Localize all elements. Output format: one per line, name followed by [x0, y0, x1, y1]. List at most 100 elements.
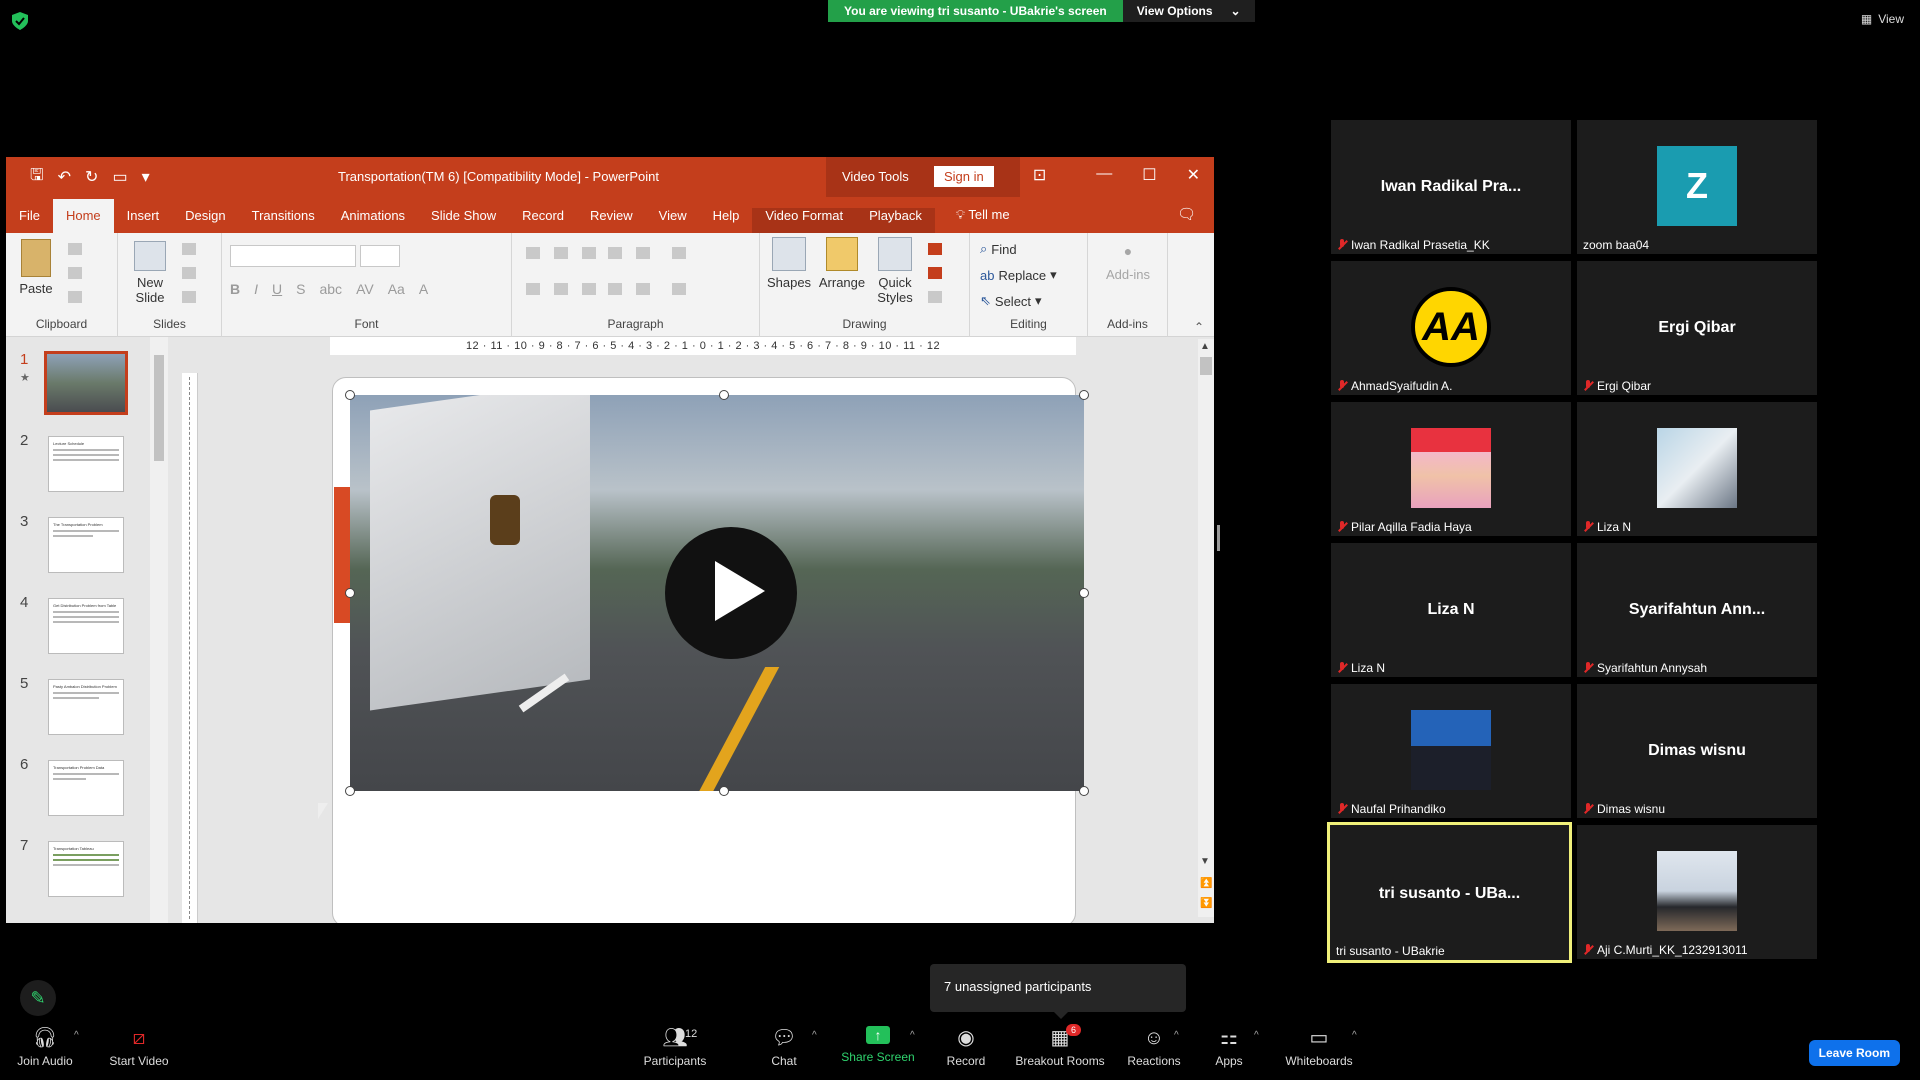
tab-design[interactable]: Design: [172, 208, 238, 233]
chat-button[interactable]: 💬︎ Chat: [762, 1026, 806, 1068]
shape-fill-icon[interactable]: [928, 243, 942, 255]
whiteboards-button[interactable]: ▭ Whiteboards: [1282, 1026, 1356, 1068]
scroll-handle[interactable]: [154, 355, 164, 461]
underline-icon[interactable]: U: [272, 281, 282, 297]
participant-tile[interactable]: Ergi Qibar Ergi Qibar: [1577, 261, 1817, 395]
slide-thumb[interactable]: 5 Pasty Ambalon Distribution Problem: [6, 673, 146, 745]
text-direction-icon[interactable]: [672, 247, 686, 259]
participant-tile[interactable]: Naufal Prihandiko: [1331, 684, 1571, 818]
tab-help[interactable]: Help: [700, 208, 753, 233]
share-options-caret[interactable]: ^: [910, 1030, 915, 1041]
audio-options-caret[interactable]: ^: [74, 1030, 79, 1041]
maximize-icon[interactable]: ☐: [1142, 165, 1156, 185]
shape-effects-icon[interactable]: [928, 291, 942, 303]
apps-button[interactable]: ⚏ Apps: [1210, 1026, 1248, 1068]
minimize-icon[interactable]: —: [1096, 165, 1112, 185]
view-options-button[interactable]: View Options ⌄: [1122, 0, 1255, 22]
share-screen-button[interactable]: ↑ Share Screen: [838, 1026, 918, 1064]
slide-thumb[interactable]: 2 Lecture Schedule: [6, 430, 146, 502]
reactions-options-caret[interactable]: ^: [1174, 1030, 1179, 1041]
paste-button[interactable]: Paste: [16, 239, 56, 296]
cut-icon[interactable]: [68, 243, 82, 255]
resize-handle[interactable]: [1079, 390, 1089, 400]
shape-outline-icon[interactable]: [928, 267, 942, 279]
align-right-icon[interactable]: [582, 283, 596, 295]
replace-button[interactable]: ab Replace ▾: [980, 267, 1057, 283]
participant-tile[interactable]: Liza N: [1577, 402, 1817, 536]
thumbnail-scrollbar[interactable]: [150, 337, 168, 923]
numbering-icon[interactable]: [554, 247, 568, 259]
layout-icon[interactable]: [182, 243, 196, 255]
arrange-button[interactable]: Arrange: [816, 237, 868, 290]
tab-transitions[interactable]: Transitions: [239, 208, 328, 233]
leave-room-button[interactable]: Leave Room: [1808, 1040, 1900, 1066]
participant-tile[interactable]: Iwan Radikal Pra... Iwan Radikal Praseti…: [1331, 120, 1571, 254]
next-slide-icon[interactable]: ⏬: [1200, 898, 1212, 909]
tab-playback[interactable]: Playback: [856, 208, 935, 233]
tab-home[interactable]: Home: [52, 199, 114, 233]
previous-slide-icon[interactable]: ⏫: [1200, 878, 1212, 889]
tab-file[interactable]: File: [6, 208, 53, 233]
participant-tile[interactable]: Z zoom baa04: [1577, 120, 1817, 254]
font-size-select[interactable]: [360, 245, 400, 267]
collapse-ribbon-icon[interactable]: ⌃: [1194, 320, 1204, 334]
reset-icon[interactable]: [182, 267, 196, 279]
slide-thumb[interactable]: 3 The Transportation Problem: [6, 511, 146, 583]
slide-thumb[interactable]: 6 Transportation Problem Data: [6, 754, 146, 826]
bold-icon[interactable]: B: [230, 281, 240, 297]
record-button[interactable]: ◉ Record: [940, 1026, 992, 1068]
select-button[interactable]: ⇖ Select ▾: [980, 293, 1042, 309]
shadow-icon[interactable]: S: [296, 281, 305, 297]
tab-record[interactable]: Record: [509, 208, 577, 233]
scroll-down-icon[interactable]: ▼: [1200, 856, 1210, 867]
find-button[interactable]: ⌕ Find: [980, 241, 1017, 257]
redo-icon[interactable]: ↻: [85, 167, 98, 187]
participants-button[interactable]: 👥︎ 12 Participants: [640, 1026, 710, 1068]
tab-slide-show[interactable]: Slide Show: [418, 208, 509, 233]
format-painter-icon[interactable]: [68, 291, 82, 303]
start-video-button[interactable]: ⧄ Start Video: [104, 1026, 174, 1068]
unassigned-participants-popup[interactable]: 7 unassigned participants: [930, 964, 1186, 1019]
tab-animations[interactable]: Animations: [328, 208, 418, 233]
participant-tile[interactable]: Aji C.Murti_KK_1232913011: [1577, 825, 1817, 959]
sign-in-button[interactable]: Sign in: [934, 166, 994, 187]
line-spacing-icon[interactable]: [636, 247, 650, 259]
panel-resize-handle[interactable]: [1217, 525, 1220, 551]
slide-scrollbar[interactable]: ▲ ▼ ⏫ ⏬: [1198, 339, 1214, 917]
tab-review[interactable]: Review: [577, 208, 646, 233]
annotate-pencil-icon[interactable]: ✎: [20, 980, 56, 1016]
italic-icon[interactable]: I: [254, 281, 258, 297]
active-speaker-tile[interactable]: tri susanto - UBa... tri susanto - UBakr…: [1327, 822, 1572, 963]
comments-icon[interactable]: 🗨︎: [1177, 205, 1196, 223]
apps-options-caret[interactable]: ^: [1254, 1030, 1259, 1041]
resize-handle[interactable]: [345, 390, 355, 400]
smartart-icon[interactable]: [672, 283, 686, 295]
font-name-select[interactable]: [230, 245, 356, 267]
play-icon[interactable]: [665, 527, 797, 659]
save-icon[interactable]: 🖫: [30, 164, 44, 191]
chat-options-caret[interactable]: ^: [812, 1030, 817, 1041]
shapes-button[interactable]: Shapes: [766, 237, 812, 290]
new-slide-button[interactable]: New Slide: [126, 241, 174, 305]
copy-icon[interactable]: [68, 267, 82, 279]
align-center-icon[interactable]: [554, 283, 568, 295]
increase-indent-icon[interactable]: [608, 247, 622, 259]
tell-me-search[interactable]: 💡︎ Tell me: [943, 207, 1023, 233]
security-shield-icon[interactable]: [12, 12, 28, 30]
slide-thumb[interactable]: 7 Transportation Tableau: [6, 835, 146, 907]
participant-tile[interactable]: AA AhmadSyaifudin A.: [1331, 261, 1571, 395]
align-left-icon[interactable]: [526, 283, 540, 295]
resize-handle[interactable]: [1079, 786, 1089, 796]
undo-icon[interactable]: ↶: [58, 167, 71, 187]
slide-thumb[interactable]: 1 ★: [6, 349, 146, 421]
customize-qat-icon[interactable]: ▾: [142, 167, 150, 187]
start-slideshow-icon[interactable]: ▭: [112, 167, 127, 187]
participant-tile[interactable]: Liza N Liza N: [1331, 543, 1571, 677]
view-button[interactable]: ▦ View: [1861, 12, 1904, 26]
resize-handle[interactable]: [719, 786, 729, 796]
decrease-indent-icon[interactable]: [582, 247, 596, 259]
tab-view[interactable]: View: [646, 208, 700, 233]
bullets-icon[interactable]: [526, 247, 540, 259]
resize-handle[interactable]: [345, 588, 355, 598]
change-case-icon[interactable]: Aa: [388, 281, 405, 297]
